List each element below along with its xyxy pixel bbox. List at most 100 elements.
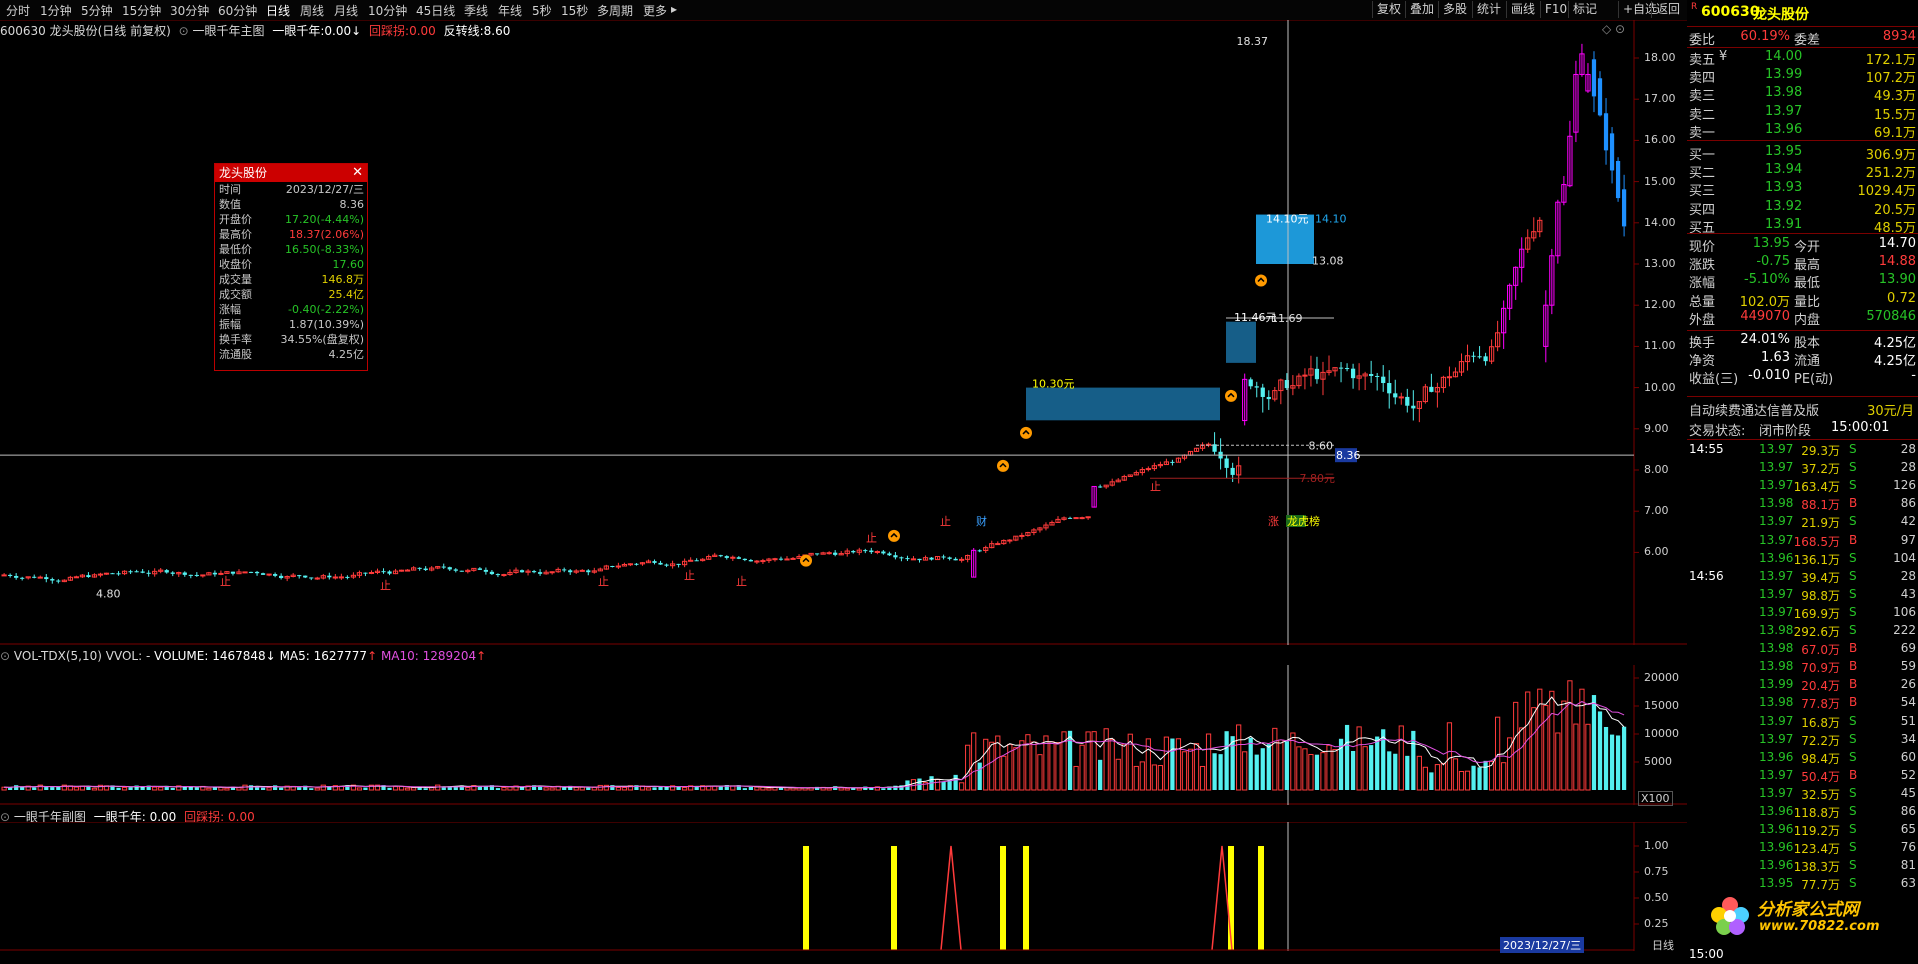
orderbook-vol: 49.3万 (1874, 89, 1916, 105)
more-arrow-icon[interactable]: ▸ (671, 2, 677, 16)
tick-volume: 77.7万 (1801, 878, 1840, 893)
sub-indicator-chart[interactable] (0, 822, 1687, 951)
tick-side: S (1849, 840, 1857, 855)
volume-bar (1440, 763, 1447, 791)
candle-body (784, 558, 790, 561)
data-popup-window[interactable]: 龙头股份 ✕ 时间 2023/12/27/三 数值 8.36 开盘价 17.20(-4.4… (214, 163, 368, 371)
toolbar-btn-6[interactable]: 标记 (1568, 1, 1601, 18)
tick-price: 13.97 (1759, 514, 1794, 529)
tick-count: 104 (1893, 550, 1916, 565)
period-tab-3[interactable]: 15分钟 (122, 2, 161, 19)
volume-bar (1422, 766, 1428, 791)
reversal-value: 8.60 (1309, 439, 1334, 452)
candle-body (483, 569, 489, 572)
ad-text[interactable]: 自动续费通达信普及版 (1689, 400, 1819, 419)
stat-value: 13.95 (1752, 236, 1790, 251)
candle-body (537, 572, 543, 574)
orderbook-divider (1687, 140, 1918, 141)
stop-marker: 止 (220, 575, 231, 588)
tick-count: 26 (1900, 677, 1916, 692)
volume-bar (573, 786, 579, 791)
volume-bar (1393, 753, 1398, 790)
popup-key: 收盘价 (219, 258, 252, 271)
stop-marker: 止 (598, 575, 609, 588)
volume-bar (1151, 764, 1157, 791)
box3-right-value: 14.10 (1315, 213, 1347, 226)
period-tab-1[interactable]: 1分钟 (40, 2, 72, 19)
volume-bar (1175, 738, 1182, 791)
logo-line1: 分析家公式网 (1757, 900, 1859, 920)
toolbar-btn-4[interactable]: 画线 (1506, 1, 1539, 18)
popup-header[interactable]: 龙头股份 ✕ (215, 164, 367, 182)
popup-value: 1.87(10.39%) (288, 318, 364, 331)
candle-body (874, 551, 880, 554)
price-axis-label-11: 7.00 (1644, 504, 1669, 518)
period-tab-15[interactable]: 多周期 (597, 2, 633, 19)
volume-bar (941, 781, 946, 790)
volume-bar (1302, 748, 1308, 791)
period-tab-11[interactable]: 季线 (464, 2, 488, 19)
tick-price: 13.95 (1759, 876, 1794, 891)
volume-bar (1344, 724, 1350, 790)
period-tab-4[interactable]: 30分钟 (170, 2, 209, 19)
volume-bar (1278, 739, 1284, 791)
ad-price[interactable]: 30元/月 (1867, 400, 1914, 419)
popup-value: 8.36 (339, 198, 365, 211)
toolbar-btn-5[interactable]: F10 (1540, 1, 1571, 18)
tick-side: S (1849, 623, 1857, 637)
candle-body (423, 568, 428, 571)
period-tab-16[interactable]: 更多 (643, 2, 667, 19)
period-tab-0[interactable]: 分时 (6, 2, 30, 19)
tick-side: S (1849, 442, 1857, 456)
toolbar-btn-8[interactable]: 返回 (1651, 1, 1684, 18)
volume-bar (507, 786, 513, 791)
close-icon[interactable]: ✕ (352, 164, 363, 182)
period-tab-13[interactable]: 5秒 (532, 2, 552, 19)
period-tab-6[interactable]: 日线 (266, 2, 290, 19)
tick-volume: 118.8万 (1793, 806, 1840, 820)
toolbar-btn-1[interactable]: 叠加 (1405, 1, 1438, 18)
toolbar-btn-3[interactable]: 统计 (1472, 1, 1505, 18)
stat2-value: 4.25亿 (1874, 354, 1916, 370)
volume-dropdown-icon[interactable]: ⊙ (0, 649, 10, 663)
ad-row[interactable]: 自动续费通达信普及版 30元/月 (1687, 398, 1918, 419)
candle-body (8, 574, 13, 576)
candle-body (694, 560, 699, 562)
status-label: 交易状态: (1689, 424, 1746, 439)
period-tab-2[interactable]: 5分钟 (81, 2, 113, 19)
vol-vvol: VVOL: - (105, 649, 151, 663)
volume-bar (266, 787, 272, 791)
tick-price: 13.98 (1759, 641, 1794, 656)
orderbook-vol: 1029.4万 (1857, 184, 1917, 200)
tick-count: 69 (1900, 641, 1916, 656)
candle-body (1266, 396, 1271, 400)
candle-body (110, 573, 115, 575)
volume-bar (1464, 770, 1471, 791)
volume-bar (44, 786, 49, 790)
period-tab-5[interactable]: 60分钟 (218, 2, 257, 19)
volume-bar (1272, 727, 1278, 791)
period-tab-12[interactable]: 年线 (498, 2, 522, 19)
volume-chart[interactable] (0, 665, 1687, 805)
candle-body (254, 571, 260, 574)
vol-name[interactable]: VOL-TDX(5,10) (14, 649, 102, 663)
period-tab-7[interactable]: 周线 (300, 2, 324, 19)
price-axis-label-0: 18.00 (1644, 51, 1676, 64)
tick-time: 14:56 (1689, 568, 1724, 583)
volume-bar (1073, 765, 1079, 791)
volume-bar (1133, 765, 1139, 791)
toolbar-btn-0[interactable]: 复权 (1372, 1, 1405, 18)
candle-body (929, 557, 934, 560)
toolbar-btn-2[interactable]: 多股 (1438, 1, 1471, 18)
period-tab-14[interactable]: 15秒 (561, 2, 588, 19)
candle-body (881, 551, 886, 554)
sub-axis-label-3: 0.25 (1644, 917, 1669, 930)
period-tab-8[interactable]: 月线 (334, 2, 358, 19)
popup-row: 流通股 4.25亿 (215, 347, 367, 362)
period-tab-10[interactable]: 45日线 (416, 2, 455, 19)
tick-volume: 67.0万 (1801, 643, 1840, 658)
stat2-value: 24.01% (1740, 332, 1790, 347)
period-tab-9[interactable]: 10分钟 (368, 2, 407, 19)
volume-bar (1429, 772, 1434, 790)
tick-side: B (1849, 496, 1858, 511)
